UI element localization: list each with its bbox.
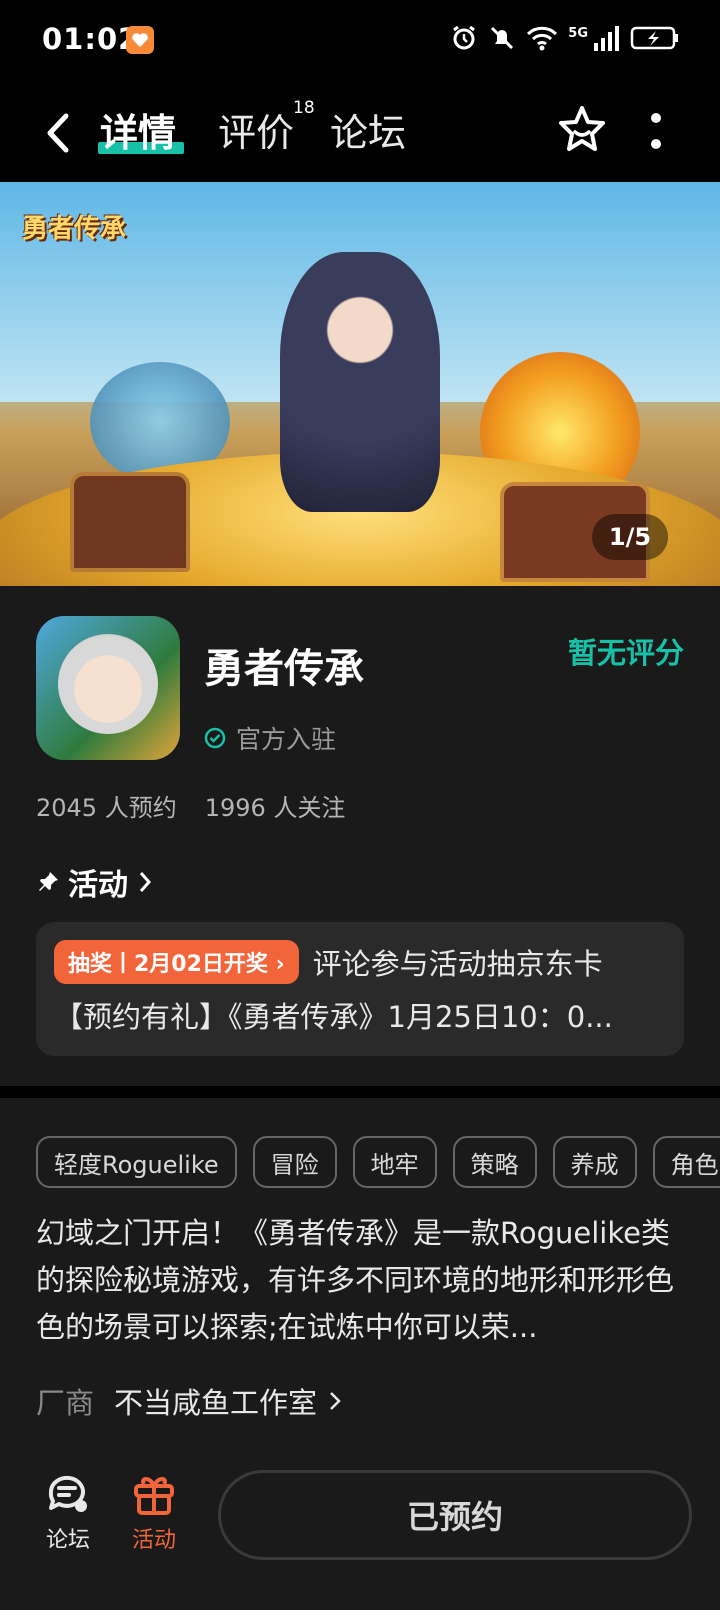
- top-nav: 详情 评价 18 论坛: [0, 84, 720, 182]
- signal-icon: [594, 26, 619, 51]
- follower-count: 1996 人关注: [204, 794, 346, 822]
- game-title: 勇者传承: [204, 646, 364, 692]
- banner-page-counter: 1/5: [592, 514, 668, 560]
- game-app-icon: [36, 616, 180, 760]
- activity-header[interactable]: 活动: [36, 860, 154, 904]
- tag-item[interactable]: 角色: [652, 1136, 720, 1188]
- vendor-row[interactable]: 厂商 不当咸鱼工作室: [36, 1380, 343, 1422]
- tab-forum[interactable]: 论坛: [330, 102, 406, 157]
- vendor-name: 不当咸鱼工作室: [114, 1386, 318, 1420]
- battery-icon: [630, 26, 678, 50]
- reservation-count: 2045 人预约: [36, 794, 177, 822]
- game-description[interactable]: 幻域之门开启！《勇者传承》是一款Roguelike类的探险秘境游戏，有许多不同环…: [36, 1210, 684, 1351]
- section-divider: [0, 1086, 720, 1098]
- chevron-right-icon: [139, 872, 152, 892]
- status-icons: 5G: [450, 24, 680, 52]
- tag-item[interactable]: 策略: [452, 1136, 537, 1188]
- notification-app-icon: [126, 26, 154, 54]
- game-logo: 勇者传承: [22, 214, 127, 244]
- game-banner[interactable]: 勇者传承 1/5: [0, 182, 720, 586]
- tag-item[interactable]: 冒险: [252, 1136, 337, 1188]
- game-info-section: 勇者传承 暂无评分 官方入驻 2045 人预约 1996 人关注 活动 抽奖丨2…: [0, 586, 720, 1086]
- reserved-button[interactable]: 已预约: [218, 1470, 692, 1560]
- bottom-action-bar: 论坛 活动 已预约: [0, 1444, 720, 1610]
- tag-item[interactable]: 轻度Roguelike: [36, 1136, 237, 1188]
- tab-details[interactable]: 详情: [100, 102, 176, 157]
- lottery-tag[interactable]: 抽奖丨2月02日开奖 ›: [54, 940, 299, 984]
- banner-hero: [280, 252, 440, 512]
- gift-icon: [134, 1477, 174, 1515]
- chevron-right-icon: [330, 1392, 341, 1410]
- status-time: 01:02: [42, 22, 140, 56]
- tag-item[interactable]: 地牢: [352, 1136, 437, 1188]
- more-options-icon[interactable]: [650, 110, 662, 154]
- game-detail-section: 轻度Roguelike 冒险 地牢 策略 养成 角色 幻域之门开启！《勇者传承》…: [0, 1098, 720, 1444]
- activity-nav-label: 活动: [131, 1528, 176, 1553]
- tag-list: 轻度Roguelike 冒险 地牢 策略 养成 角色: [36, 1136, 720, 1188]
- activity-heading: 活动: [68, 868, 128, 903]
- favorite-star-icon[interactable]: [557, 104, 607, 154]
- alarm-icon: [453, 25, 476, 50]
- back-icon[interactable]: [40, 108, 80, 158]
- wifi-icon: [527, 26, 558, 51]
- forum-chat-icon: [48, 1475, 87, 1512]
- reviews-count: 18: [293, 98, 315, 118]
- score-label: 暂无评分: [567, 636, 684, 670]
- activity-card[interactable]: 抽奖丨2月02日开奖 › 评论参与活动抽京东卡 【预约有礼】《勇者传承》1月25…: [36, 922, 684, 1056]
- status-bar: 01:02 5G: [0, 0, 720, 84]
- pin-icon: [39, 872, 58, 891]
- mute-bell-icon: [491, 26, 514, 50]
- official-label: 官方入驻: [236, 725, 337, 754]
- official-badge: 官方入驻: [204, 720, 336, 756]
- vendor-label: 厂商: [36, 1386, 95, 1420]
- verified-check-icon: [204, 727, 226, 749]
- banner-chest-left: [70, 472, 190, 572]
- activity-line-1: 评论参与活动抽京东卡: [312, 947, 603, 981]
- tab-reviews[interactable]: 评价: [218, 102, 294, 157]
- activity-line-2: 【预约有礼】《勇者传承》1月25日10：0...: [54, 1000, 613, 1034]
- network-label: 5G: [568, 25, 588, 41]
- game-stats: 2045 人预约 1996 人关注: [36, 788, 345, 823]
- tag-item[interactable]: 养成: [552, 1136, 637, 1188]
- forum-nav-label: 论坛: [45, 1528, 90, 1553]
- activity-nav-button[interactable]: 活动: [124, 1472, 184, 1554]
- forum-nav-button[interactable]: 论坛: [38, 1472, 98, 1554]
